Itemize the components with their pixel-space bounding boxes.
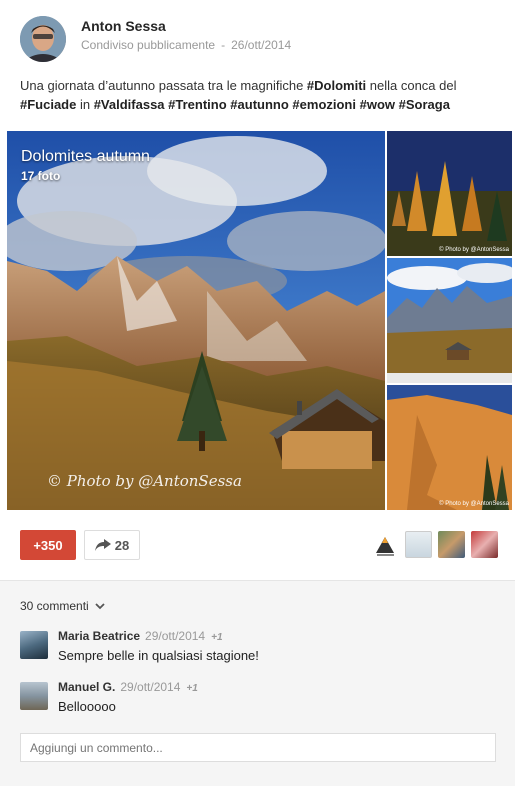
meta-separator: - <box>221 38 226 52</box>
comment-text: Bellooooo <box>58 699 116 714</box>
album-photo-count: 17 foto <box>21 169 61 183</box>
sharer-avatar-4[interactable] <box>471 531 498 558</box>
sharer-avatar-2[interactable] <box>405 531 432 558</box>
post-actions: +350 28 <box>20 530 498 560</box>
post-text-segment: nella conca del <box>366 78 457 93</box>
album-thumbnail-1[interactable]: © Photo by @AntonSessa <box>387 131 512 256</box>
post-card: Anton Sessa Condiviso pubblicamente -26/o… <box>0 0 515 786</box>
post-text: Una giornata d’autunno passata tra le ma… <box>20 76 490 114</box>
post-text-segment: in <box>76 97 94 112</box>
post-text-segment: Una giornata d’autunno passata tra le ma… <box>20 78 307 93</box>
author-avatar[interactable] <box>20 16 66 62</box>
photo-album[interactable]: Dolomites autumn 17 foto © Photo by @Ant… <box>7 131 512 510</box>
author-name[interactable]: Anton Sessa <box>81 18 166 34</box>
album-thumbnail-2[interactable] <box>387 258 512 383</box>
comments-count: 30 commenti <box>20 599 89 613</box>
comment-text: Sempre belle in qualsiasi stagione! <box>58 648 259 663</box>
larch-trees-photo <box>387 131 512 256</box>
comment-plus-one[interactable]: +1 <box>186 683 197 694</box>
mountain-photo <box>7 131 385 510</box>
share-arrow-icon <box>94 539 111 551</box>
add-comment-input[interactable] <box>20 733 496 762</box>
hashtag-link[interactable]: #Fuciade <box>20 97 76 112</box>
post-date[interactable]: 26/ott/2014 <box>231 38 291 52</box>
photo-watermark: © Photo by @AntonSessa <box>47 472 242 490</box>
album-main-photo[interactable]: Dolomites autumn 17 foto © Photo by @Ant… <box>7 131 385 510</box>
commenter-line: Manuel G. 29/ott/2014 +1 <box>58 680 198 694</box>
hashtag-link[interactable]: #emozioni <box>292 97 356 112</box>
chevron-down-icon <box>95 602 105 609</box>
thumbnail-watermark: © Photo by @AntonSessa <box>439 247 509 253</box>
sharer-avatar-1[interactable] <box>372 531 399 558</box>
commenter-avatar[interactable] <box>20 631 48 659</box>
hashtag-link[interactable]: #Dolomiti <box>307 78 366 93</box>
thumbnail-watermark: © Photo by @AntonSessa <box>439 501 509 507</box>
commenter-line: Maria Beatrice 29/ott/2014 +1 <box>58 629 223 643</box>
commenter-name[interactable]: Manuel G. <box>58 680 115 694</box>
comment-plus-one[interactable]: +1 <box>211 632 222 643</box>
hashtag-link[interactable]: #autunno <box>230 97 289 112</box>
hashtag-link[interactable]: #wow <box>360 97 395 112</box>
album-title[interactable]: Dolomites autumn <box>21 148 150 166</box>
hashtag-link[interactable]: #Soraga <box>399 97 450 112</box>
album-thumbnail-3[interactable]: © Photo by @AntonSessa <box>387 385 512 510</box>
comment-date[interactable]: 29/ott/2014 <box>145 629 205 643</box>
sharer-avatars <box>372 531 498 558</box>
rock-wall-photo <box>387 385 512 510</box>
plus-one-button[interactable]: +350 <box>20 530 76 560</box>
post-meta: Condiviso pubblicamente -26/ott/2014 <box>81 38 297 52</box>
share-count: 28 <box>114 537 130 553</box>
mountain-range-photo <box>387 258 512 383</box>
mountain-logo-icon <box>376 537 394 556</box>
comments-toggle[interactable]: 30 commenti <box>20 599 105 613</box>
commenter-name[interactable]: Maria Beatrice <box>58 629 140 643</box>
hashtag-link[interactable]: #Trentino <box>168 97 227 112</box>
comment-date[interactable]: 29/ott/2014 <box>120 680 180 694</box>
commenter-avatar[interactable] <box>20 682 48 710</box>
comments-section: 30 commenti Maria Beatrice 29/ott/2014 +1 … <box>0 580 515 786</box>
hashtag-link[interactable]: #Valdifassa <box>94 97 165 112</box>
sharer-avatar-3[interactable] <box>438 531 465 558</box>
share-button[interactable]: 28 <box>84 530 140 560</box>
visibility-label[interactable]: Condiviso pubblicamente <box>81 38 215 52</box>
